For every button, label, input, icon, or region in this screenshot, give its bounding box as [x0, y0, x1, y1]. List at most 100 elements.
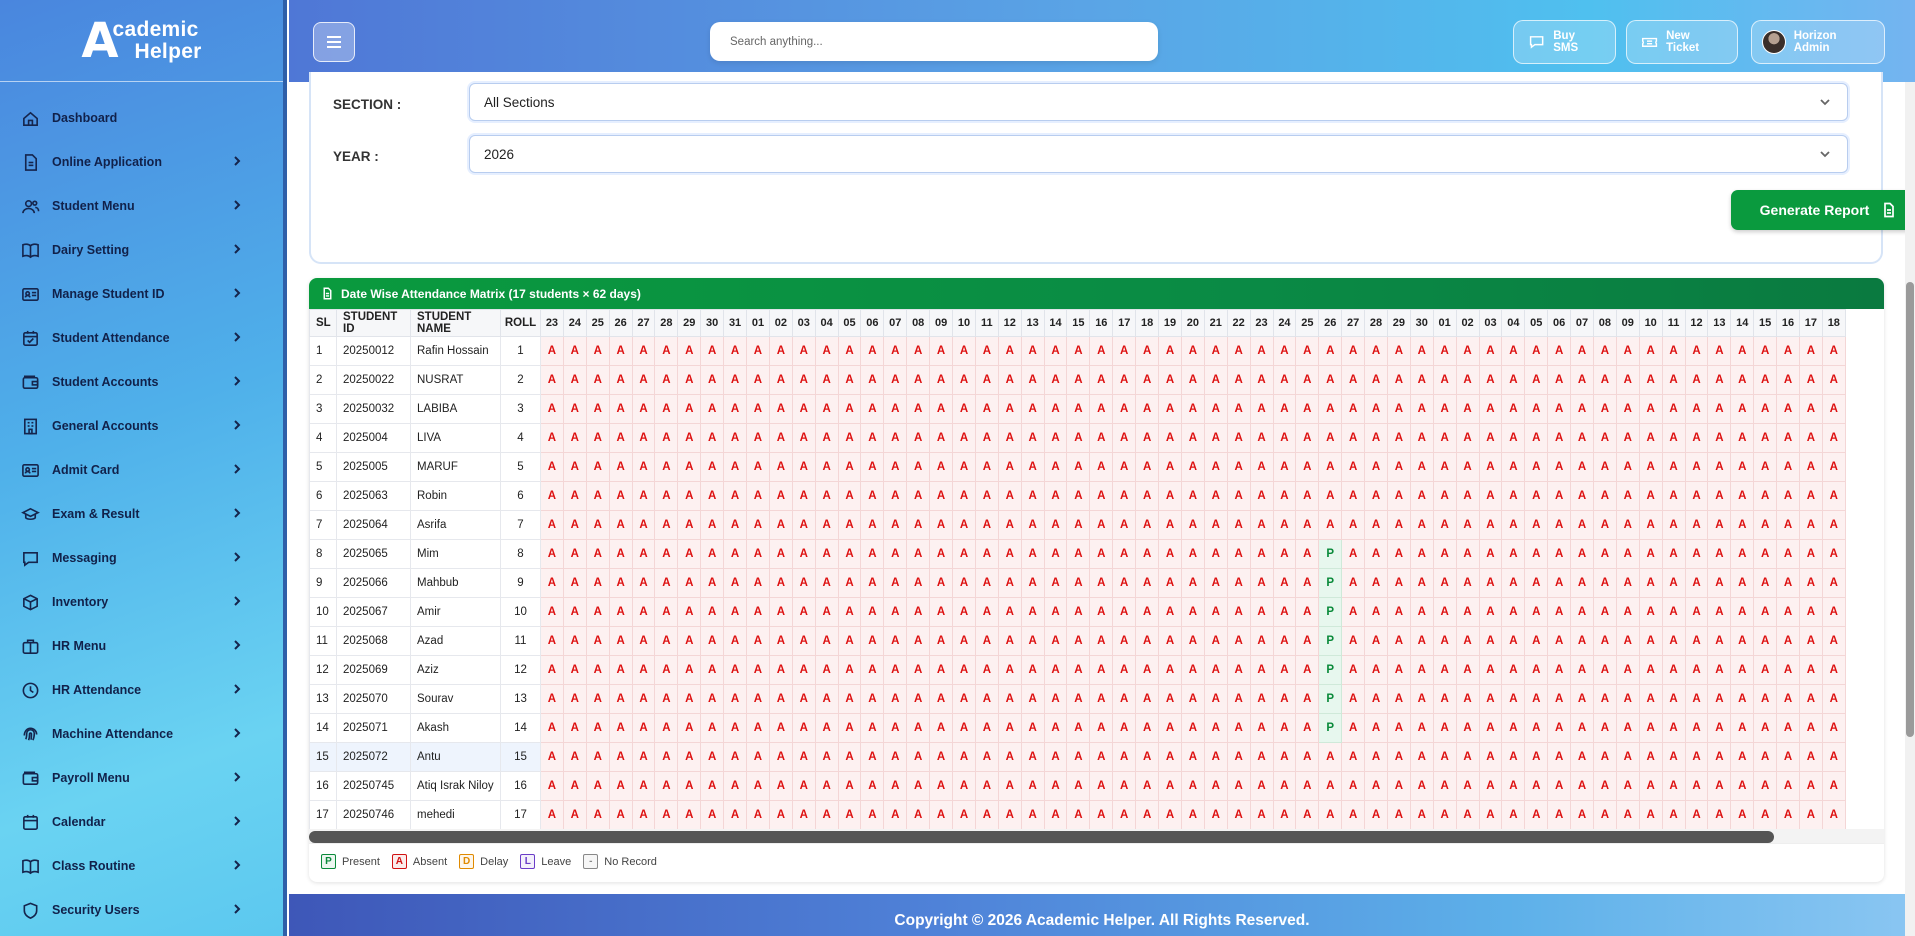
attendance-absent-cell: A — [1638, 336, 1663, 366]
attendance-absent-cell: A — [562, 452, 587, 482]
attendance-absent-cell: A — [723, 394, 748, 424]
sidebar-item-dashboard[interactable]: Dashboard — [0, 96, 283, 140]
attendance-absent-cell: A — [997, 423, 1022, 453]
table-row[interactable]: 8 2025065 Mim 8 A A A A A A A A A A A A A A A A A A A A A A A A A A A A… — [309, 539, 1846, 569]
sidebar-item-student-menu[interactable]: Student Menu — [0, 184, 283, 228]
year-select[interactable]: 2026 — [469, 135, 1848, 173]
attendance-absent-cell: A — [1135, 336, 1160, 366]
table-row[interactable]: 4 2025004 LIVA 4 A A A A A A A A A A A A A A A A A A A A A A A A A A A… — [309, 423, 1846, 453]
generate-report-button[interactable]: Generate Report — [1731, 190, 1915, 230]
menu-toggle-button[interactable] — [313, 22, 355, 62]
logo-line-1: cademic — [112, 17, 199, 41]
sidebar-item-manage-student-id[interactable]: Manage Student ID — [0, 272, 283, 316]
day-header: 26 — [1318, 309, 1343, 337]
sidebar-item-payroll-menu[interactable]: Payroll Menu — [0, 756, 283, 800]
new-ticket-button[interactable]: New Ticket — [1626, 20, 1738, 64]
sidebar-item-class-routine[interactable]: Class Routine — [0, 844, 283, 888]
sidebar-item-label: General Accounts — [52, 419, 159, 433]
sidebar-item-machine-attendance[interactable]: Machine Attendance — [0, 712, 283, 756]
attendance-absent-cell: A — [1158, 597, 1182, 627]
section-label: SECTION : — [333, 97, 402, 112]
attendance-absent-cell: A — [1661, 452, 1686, 482]
attendance-absent-cell: A — [952, 771, 976, 801]
sidebar-item-exam-result[interactable]: Exam & Result — [0, 492, 283, 536]
app-logo[interactable]: A cademic Helper — [0, 0, 283, 82]
vertical-scrollbar-thumb[interactable] — [1906, 282, 1914, 737]
attendance-absent-cell: A — [1226, 771, 1251, 801]
attendance-absent-cell: A — [1570, 742, 1594, 772]
attendance-absent-cell: A — [1089, 510, 1114, 540]
user-menu-button[interactable]: Horizon Admin — [1751, 20, 1885, 64]
table-row[interactable]: 12 2025069 Aziz 12 A A A A A A A A A A A A A A A A A A A A A A A A A… — [309, 655, 1846, 685]
table-row[interactable]: 15 2025072 Antu 15 A A A A A A A A A A A A A A A A A A A A A A A A A… — [309, 742, 1846, 772]
attendance-absent-cell: A — [1432, 742, 1457, 772]
attendance-absent-cell: A — [1684, 394, 1709, 424]
table-row[interactable]: 7 2025064 Asrifa 7 A A A A A A A A A A A A A A A A A A A A A A A A A… — [309, 510, 1846, 540]
attendance-absent-cell: A — [974, 771, 999, 801]
attendance-absent-cell: A — [1226, 365, 1251, 395]
attendance-absent-cell: A — [952, 510, 976, 540]
attendance-absent-cell: A — [1730, 510, 1755, 540]
attendance-absent-cell: A — [1341, 510, 1366, 540]
attendance-absent-cell: A — [1409, 684, 1434, 714]
horizontal-scrollbar[interactable] — [309, 829, 1884, 843]
cell-name: Mahbub — [410, 568, 501, 598]
table-row[interactable]: 10 2025067 Amir 10 A A A A A A A A A A A A A A A A A A A A A A A A A… — [309, 597, 1846, 627]
sidebar-item-student-attendance[interactable]: Student Attendance — [0, 316, 283, 360]
attendance-absent-cell: A — [1135, 771, 1160, 801]
attendance-absent-cell: A — [1066, 510, 1091, 540]
attendance-absent-cell: A — [906, 568, 931, 598]
table-row[interactable]: 5 2025005 MARUF 5 A A A A A A A A A A A A A A A A A A A A A A A A A A… — [309, 452, 1846, 482]
cell-sl: 10 — [309, 597, 337, 627]
sidebar-item-security-users[interactable]: Security Users — [0, 888, 283, 932]
attendance-absent-cell: A — [1432, 365, 1457, 395]
sidebar-item-online-application[interactable]: Online Application — [0, 140, 283, 184]
attendance-absent-cell: A — [1066, 481, 1091, 511]
attendance-absent-cell: A — [1203, 771, 1228, 801]
table-row[interactable]: 2 20250022 NUSRAT 2 A A A A A A A A A A A A A A A A A A A A A A A A… — [309, 365, 1846, 395]
sidebar-item-admit-card[interactable]: Admit Card — [0, 448, 283, 492]
scrollbar-thumb[interactable] — [309, 831, 1774, 843]
attendance-absent-cell: A — [1112, 626, 1137, 656]
attendance-absent-cell: A — [1203, 452, 1228, 482]
attendance-absent-cell: A — [1249, 481, 1274, 511]
table-row[interactable]: 16 20250745 Atiq Israk Niloy 16 A A A A A A A A A A A A… — [309, 771, 1846, 801]
attendance-absent-cell: A — [1638, 771, 1663, 801]
attendance-absent-cell: A — [814, 597, 839, 627]
matrix-header: Date Wise Attendance Matrix (17 students… — [309, 278, 1884, 309]
sidebar-item-dairy-setting[interactable]: Dairy Setting — [0, 228, 283, 272]
sidebar-item-student-accounts[interactable]: Student Accounts — [0, 360, 283, 404]
attendance-absent-cell: A — [883, 742, 908, 772]
table-row[interactable]: 1 20250012 Rafin Hossain 1 A A A A A A A A A A A A A A A A A… — [309, 336, 1846, 366]
attendance-absent-cell: A — [860, 481, 885, 511]
vertical-scrollbar[interactable] — [1905, 82, 1915, 936]
attendance-absent-cell: A — [1043, 684, 1068, 714]
matrix-table-scroll[interactable]: SL STUDENT ID STUDENT NAME ROLL 23 24 25 26 27 28… — [309, 309, 1884, 829]
section-select[interactable]: All Sections — [469, 83, 1848, 121]
table-row[interactable]: 17 20250746 mehedi 17 A A A A A A A A A A A A A A A A A A A A A A… — [309, 800, 1846, 829]
attendance-absent-cell: A — [1455, 539, 1480, 569]
buy-sms-button[interactable]: Buy SMS — [1513, 20, 1616, 64]
attendance-absent-cell: A — [1478, 481, 1503, 511]
sidebar-item-messaging[interactable]: Messaging — [0, 536, 283, 580]
search-input[interactable] — [730, 35, 1158, 48]
table-row[interactable]: 13 2025070 Sourav 13 A A A A A A A A A A A A A A A A A A A A A A A… — [309, 684, 1846, 714]
sidebar-item-general-accounts[interactable]: General Accounts — [0, 404, 283, 448]
sidebar-item-inventory[interactable]: Inventory — [0, 580, 283, 624]
attendance-absent-cell: A — [1615, 684, 1640, 714]
table-row[interactable]: 9 2025066 Mahbub 9 A A A A A A A A A A A A A A A A A A A A A A A A A… — [309, 568, 1846, 598]
table-row[interactable]: 14 2025071 Akash 14 A A A A A A A A A A A A A A A A A A A A A A A A… — [309, 713, 1846, 743]
sidebar-item-hr-menu[interactable]: HR Menu — [0, 624, 283, 668]
sidebar-item-hr-attendance[interactable]: HR Attendance — [0, 668, 283, 712]
cell-name: LIVA — [410, 423, 501, 453]
attendance-absent-cell: A — [1592, 597, 1617, 627]
attendance-absent-cell: A — [1341, 365, 1366, 395]
sidebar-item-calendar[interactable]: Calendar — [0, 800, 283, 844]
table-row[interactable]: 11 2025068 Azad 11 A A A A A A A A A A A A A A A A A A A A A A A A A… — [309, 626, 1846, 656]
table-row[interactable]: 6 2025063 Robin 6 A A A A A A A A A A A A A A A A A A A A A A A A A A… — [309, 481, 1846, 511]
attendance-absent-cell: A — [1112, 539, 1137, 569]
day-header: 02 — [768, 309, 793, 337]
attendance-absent-cell: A — [1753, 713, 1778, 743]
attendance-absent-cell: A — [906, 684, 931, 714]
table-row[interactable]: 3 20250032 LABIBA 3 A A A A A A A A A A A A A A A A A A A A A A A A… — [309, 394, 1846, 424]
